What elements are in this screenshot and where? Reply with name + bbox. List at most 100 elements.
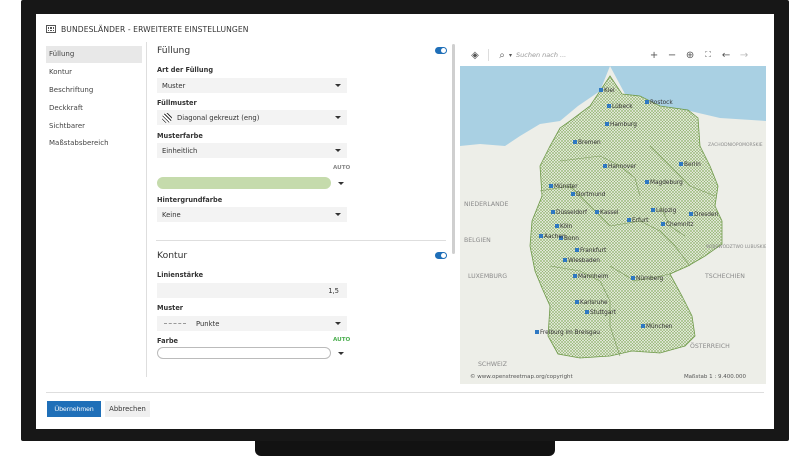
section-divider (156, 240, 446, 241)
city-marker[interactable] (555, 224, 559, 228)
city-marker[interactable] (599, 88, 603, 92)
cancel-button[interactable]: Abbrechen (105, 401, 150, 417)
fill-type-value: Muster (162, 81, 186, 90)
region-label: SCHWEIZ (478, 361, 507, 368)
background-color-value: Keine (162, 210, 181, 219)
stroke-color-auto-link[interactable]: AUTO (333, 337, 350, 343)
city-marker[interactable] (573, 274, 577, 278)
dotted-line-icon (164, 323, 186, 324)
city-marker[interactable] (575, 248, 579, 252)
search-icon[interactable]: ⌕ (495, 50, 509, 61)
region-label: BELGIEN (464, 237, 491, 244)
city-marker[interactable] (575, 300, 579, 304)
sidebar-item-label: Beschriftung (49, 86, 94, 94)
city-marker[interactable] (651, 208, 655, 212)
stroke-pattern-select[interactable]: Punkte (157, 316, 347, 331)
city-label: Magdeburg (650, 180, 683, 186)
city-label: Lübeck (612, 104, 633, 110)
settings-sidebar: Füllung Kontur Beschriftung Deckkraft Si… (46, 46, 142, 147)
chevron-down-icon[interactable] (338, 182, 344, 185)
chevron-down-icon (335, 213, 341, 216)
region-label: TSCHECHIEN (704, 273, 745, 280)
city-marker[interactable] (607, 104, 611, 108)
city-label: Dresden (694, 212, 719, 218)
city-marker[interactable] (627, 218, 631, 222)
fill-enabled-toggle[interactable] (435, 47, 447, 54)
city-label: Mannheim (578, 274, 609, 280)
table-icon (46, 25, 56, 33)
city-marker[interactable] (631, 276, 635, 280)
forward-arrow-icon[interactable]: → (737, 50, 751, 61)
chevron-down-icon (335, 84, 341, 87)
stroke-pattern-value: Punkte (196, 319, 220, 328)
city-marker[interactable] (661, 222, 665, 226)
city-marker[interactable] (551, 210, 555, 214)
dialog-title: BUNDESLÄNDER - ERWEITERTE EINSTELLUNGEN (61, 24, 249, 34)
dialog-titlebar: BUNDESLÄNDER - ERWEITERTE EINSTELLUNGEN (46, 22, 249, 36)
sidebar-item-scale-range[interactable]: Sichtbarer Maßstabsbereich (46, 118, 142, 147)
region-label: LUXEMBURG (468, 273, 507, 280)
map-toolbar: ◈ ⌕ ▾ Suchen nach ... + − ⊕ ⛶ ← → (460, 44, 766, 66)
fullscreen-icon[interactable]: ⛶ (701, 50, 715, 60)
city-marker[interactable] (605, 122, 609, 126)
city-marker[interactable] (645, 100, 649, 104)
city-label: Leipzig (656, 208, 677, 214)
fill-pattern-label: Füllmuster (157, 99, 197, 107)
zoom-to-extent-icon[interactable]: ⊕ (683, 50, 697, 61)
stroke-width-input[interactable]: 1,5 (157, 283, 347, 298)
city-label: Kiel (604, 88, 615, 94)
sidebar-item-stroke[interactable]: Kontur (46, 64, 142, 81)
dialog-window: BUNDESLÄNDER - ERWEITERTE EINSTELLUNGEN … (36, 14, 774, 429)
city-marker[interactable] (573, 140, 577, 144)
fill-type-select[interactable]: Muster (157, 78, 347, 93)
fill-section-title: Füllung (157, 45, 191, 56)
pattern-color-swatch[interactable] (157, 177, 331, 189)
background-color-select[interactable]: Keine (157, 207, 347, 222)
pattern-color-mode-select[interactable]: Einheitlich (157, 143, 347, 158)
city-marker[interactable] (549, 184, 553, 188)
fill-pattern-select[interactable]: Diagonal gekreuzt (eng) (157, 110, 347, 125)
city-label: Bremen (578, 140, 601, 146)
city-marker[interactable] (603, 164, 607, 168)
zoom-out-icon[interactable]: − (665, 50, 679, 61)
chevron-down-icon (335, 116, 341, 119)
sidebar-item-opacity[interactable]: Deckkraft (46, 100, 142, 117)
region-label: ÖSTERREICH (690, 341, 730, 350)
city-marker[interactable] (585, 310, 589, 314)
pattern-color-auto-link[interactable]: AUTO (333, 165, 350, 171)
chevron-down-icon (335, 322, 341, 325)
city-marker[interactable] (679, 162, 683, 166)
sidebar-item-labeling[interactable]: Beschriftung (46, 82, 142, 99)
stroke-color-swatch[interactable] (157, 347, 331, 359)
city-marker[interactable] (539, 234, 543, 238)
chevron-down-icon[interactable] (338, 352, 344, 355)
map-preview[interactable]: ◈ ⌕ ▾ Suchen nach ... + − ⊕ ⛶ ← → NIEDER… (460, 44, 766, 384)
city-marker[interactable] (641, 324, 645, 328)
city-label: Kassel (600, 210, 619, 216)
pattern-color-mode-value: Einheitlich (162, 146, 198, 155)
back-arrow-icon[interactable]: ← (719, 50, 733, 61)
sidebar-item-label: Kontur (49, 68, 73, 76)
map-scale: Maßstab 1 : 9.400.000 (683, 374, 746, 380)
city-marker[interactable] (563, 258, 567, 262)
city-marker[interactable] (595, 210, 599, 214)
city-marker[interactable] (645, 180, 649, 184)
stroke-section-title: Kontur (157, 250, 188, 261)
city-marker[interactable] (571, 192, 575, 196)
map-search-input[interactable]: Suchen nach ... (516, 51, 601, 59)
stroke-enabled-toggle[interactable] (435, 252, 447, 259)
sidebar-item-fill[interactable]: Füllung (46, 46, 142, 63)
city-label: Frankfurt (580, 248, 607, 254)
zoom-in-icon[interactable]: + (647, 50, 661, 61)
city-marker[interactable] (689, 212, 693, 216)
city-marker[interactable] (535, 330, 539, 334)
layers-icon[interactable]: ◈ (468, 50, 482, 61)
panel-scrollbar[interactable] (452, 44, 455, 254)
map-attribution[interactable]: © www.openstreetmap.org/copyright (470, 374, 573, 380)
pattern-color-label: Musterfarbe (157, 132, 203, 140)
stroke-color-label: Farbe (157, 337, 179, 345)
stroke-width-value: 1,5 (328, 286, 339, 295)
city-label: Hannover (608, 164, 637, 170)
apply-button[interactable]: Übernehmen (47, 401, 101, 417)
chevron-down-icon[interactable]: ▾ (509, 52, 512, 59)
